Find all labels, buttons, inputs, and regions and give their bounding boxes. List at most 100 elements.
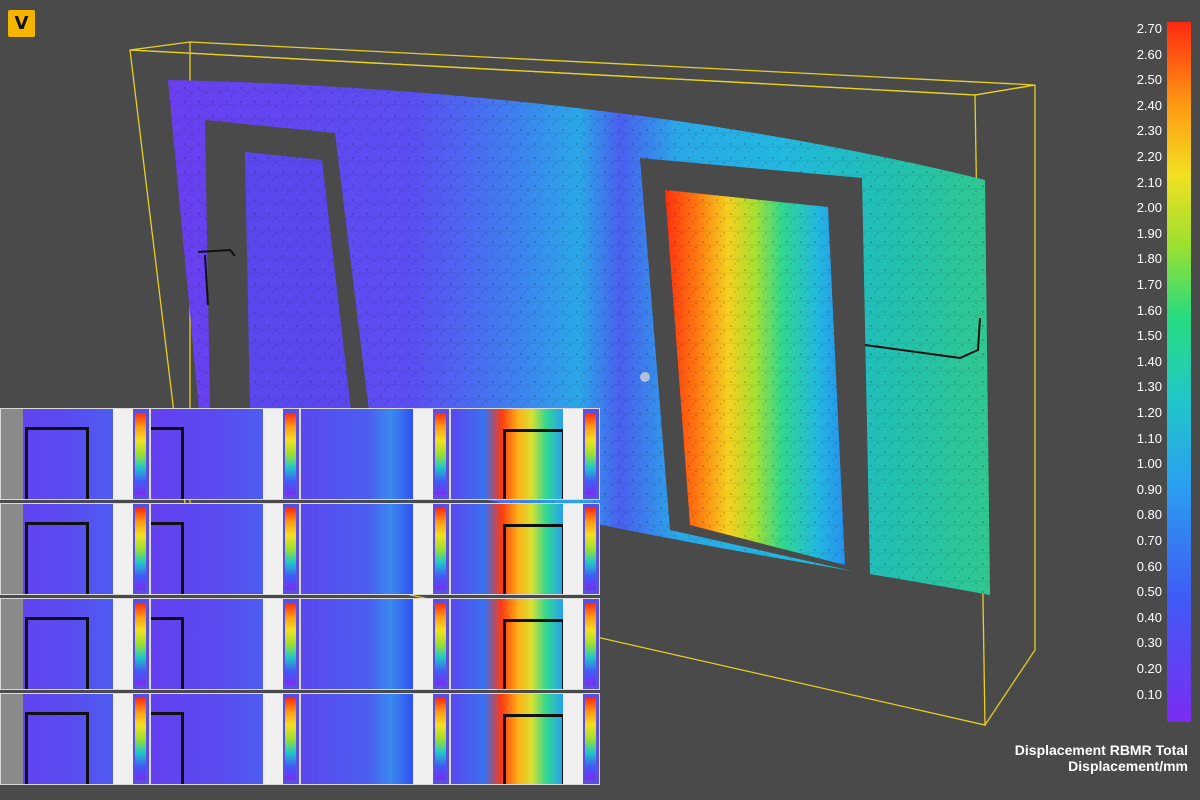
thumbnail-label-strip — [413, 409, 433, 499]
thumbnail-door-outline — [151, 522, 184, 594]
thumbnail-field — [301, 599, 413, 689]
thumbnail-label-strip — [563, 599, 583, 689]
thumbnail-grid — [0, 408, 603, 788]
thumbnail-color-bar — [285, 413, 296, 495]
scale-tick-label: 1.10 — [1136, 430, 1162, 446]
scale-tick-label: 1.70 — [1136, 277, 1162, 292]
thumbnail-background — [1, 694, 23, 784]
thumbnail-field — [451, 694, 565, 784]
thumbnail-label-strip — [113, 504, 133, 594]
scale-tick-label: 0.10 — [1136, 686, 1162, 702]
thumbnail-label-strip — [413, 599, 433, 689]
scale-tick-label: 2.00 — [1136, 200, 1162, 216]
scale-tick-label: 2.30 — [1136, 123, 1162, 139]
thumbnail-cell[interactable] — [450, 693, 600, 785]
thumbnail-color-bar — [135, 413, 146, 495]
legend-title-line1: Displacement RBMR Total — [1014, 742, 1188, 758]
thumbnail-door-outline — [151, 617, 184, 689]
app-logo: V — [8, 10, 35, 37]
thumbnail-label-strip — [413, 504, 433, 594]
scale-tick-label: 0.70 — [1136, 533, 1162, 548]
thumbnail-field — [151, 694, 263, 784]
color-scale-bar — [1167, 22, 1191, 722]
thumbnail-cell[interactable] — [150, 503, 300, 595]
thumbnail-door-outline — [151, 427, 184, 499]
scale-tick-label: 0.20 — [1136, 661, 1162, 676]
thumbnail-cell[interactable] — [450, 408, 600, 500]
thumbnail-door-outline — [503, 429, 565, 499]
thumbnail-cell[interactable] — [300, 408, 450, 500]
thumbnail-color-bar — [435, 508, 446, 590]
thumbnail-cell[interactable] — [0, 693, 150, 785]
scale-tick-label: 0.50 — [1136, 584, 1162, 600]
scale-tick-label: 0.40 — [1136, 609, 1162, 625]
scale-tick-label: 1.80 — [1136, 251, 1162, 267]
scale-tick-label: 0.30 — [1136, 635, 1162, 651]
thumbnail-field — [301, 504, 413, 594]
legend-title-line2: Displacement/mm — [1068, 758, 1188, 774]
legend-title: Displacement RBMR Total Displacement/mm — [888, 742, 1188, 774]
thumbnail-door-outline — [25, 617, 89, 689]
thumbnail-color-bar — [285, 508, 296, 590]
thumbnail-field — [151, 409, 263, 499]
thumbnail-color-bar — [135, 603, 146, 685]
thumbnail-door-outline — [151, 712, 184, 784]
thumbnail-color-bar — [585, 508, 596, 590]
thumbnail-color-bar — [435, 413, 446, 495]
thumbnail-label-strip — [113, 599, 133, 689]
scale-tick-label: 0.90 — [1136, 481, 1162, 497]
thumbnail-cell[interactable] — [450, 598, 600, 690]
scale-tick-label: 2.10 — [1136, 174, 1162, 190]
thumbnail-door-outline — [25, 522, 89, 594]
3d-viewport[interactable]: V 2.70 2.60 2.50 2.40 2.30 2.20 2.10 2.00 1.90 1.… — [0, 0, 1200, 800]
thumbnail-field — [151, 504, 263, 594]
scale-tick-label: 2.40 — [1136, 97, 1162, 113]
thumbnail-color-bar — [585, 698, 596, 780]
thumbnail-cell[interactable] — [150, 693, 300, 785]
scale-tick-label: 1.40 — [1136, 353, 1162, 369]
scale-tick-label: 1.00 — [1136, 456, 1162, 472]
thumbnail-cell[interactable] — [0, 503, 150, 595]
scale-tick-label: 0.80 — [1136, 507, 1162, 523]
thumbnail-cell[interactable] — [300, 693, 450, 785]
scale-tick-label: 1.60 — [1136, 302, 1162, 318]
thumbnail-label-strip — [413, 694, 433, 784]
thumbnail-field — [301, 409, 413, 499]
thumbnail-field — [451, 599, 565, 689]
thumbnail-field — [301, 694, 413, 784]
thumbnail-cell[interactable] — [0, 408, 150, 500]
thumbnail-color-bar — [435, 698, 446, 780]
thumbnail-color-bar — [285, 603, 296, 685]
thumbnail-cell[interactable] — [150, 598, 300, 690]
scale-tick-label: 2.50 — [1136, 72, 1162, 88]
thumbnail-door-outline — [503, 524, 565, 594]
thumbnail-cell[interactable] — [150, 408, 300, 500]
thumbnail-background — [1, 409, 23, 499]
thumbnail-door-outline — [25, 712, 89, 784]
thumbnail-color-bar — [585, 603, 596, 685]
thumbnail-label-strip — [563, 504, 583, 594]
thumbnail-field — [1, 599, 113, 689]
thumbnail-label-strip — [263, 694, 283, 784]
thumbnail-background — [1, 599, 23, 689]
thumbnail-label-strip — [113, 409, 133, 499]
thumbnail-door-outline — [25, 427, 89, 499]
thumbnail-field — [151, 599, 263, 689]
thumbnail-cell[interactable] — [300, 598, 450, 690]
thumbnail-label-strip — [263, 504, 283, 594]
thumbnail-color-bar — [585, 413, 596, 495]
thumbnail-door-outline — [503, 619, 565, 689]
thumbnail-cell[interactable] — [0, 598, 150, 690]
thumbnail-label-strip — [113, 694, 133, 784]
thumbnail-cell[interactable] — [450, 503, 600, 595]
thumbnail-field — [451, 504, 565, 594]
thumbnail-label-strip — [263, 409, 283, 499]
scale-tick-label: 1.20 — [1136, 405, 1162, 420]
scale-tick-label: 2.70 — [1136, 21, 1162, 36]
scale-tick-label: 1.90 — [1136, 225, 1162, 241]
thumbnail-background — [1, 504, 23, 594]
thumbnail-field — [1, 694, 113, 784]
thumbnail-label-strip — [563, 409, 583, 499]
thumbnail-cell[interactable] — [300, 503, 450, 595]
thumbnail-label-strip — [563, 694, 583, 784]
